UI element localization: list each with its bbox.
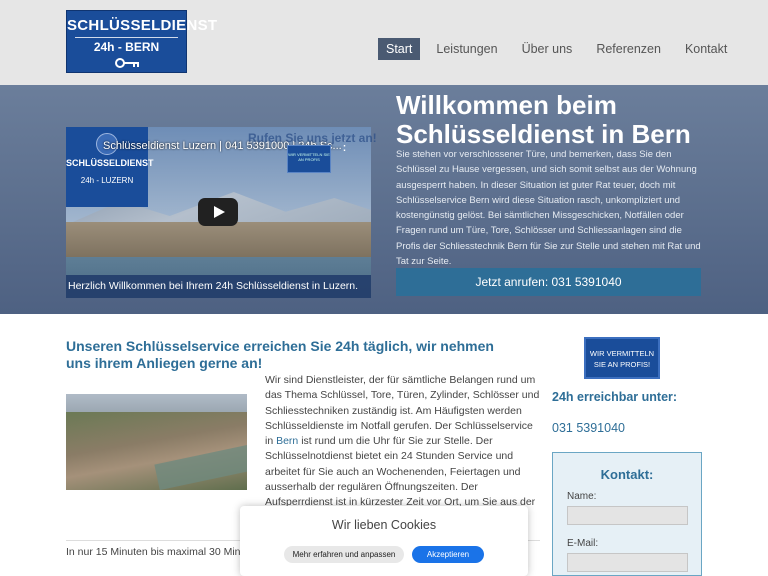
video-caption: Herzlich Willkommen bei Ihrem 24h Schlüs… — [66, 275, 371, 298]
hero-intro: Sie stehen vor verschlossener Türe, und … — [396, 149, 701, 268]
logo-divider — [75, 37, 178, 38]
cookie-learn-more-button[interactable]: Mehr erfahren und anpassen — [284, 546, 404, 563]
cookie-title: Wir lieben Cookies — [331, 518, 437, 532]
video-overlay-text: Rufen Sie uns jetzt an! — [248, 131, 377, 145]
bern-aerial-photo — [66, 394, 247, 490]
video-player[interactable]: SCHLÜSSELDIENST 24h - LUZERN Schlüsseldi… — [66, 127, 371, 298]
logo-subtitle: 24h - BERN — [93, 40, 160, 54]
site-logo[interactable]: SCHLÜSSELDIENST 24h - BERN — [66, 10, 218, 73]
cookie-accept-button[interactable]: Akzeptieren — [412, 546, 484, 563]
key-icon — [115, 58, 139, 68]
main-body-text: Wir sind Dienstleister, der für sämtlich… — [265, 374, 540, 509]
name-label: Name: — [567, 491, 597, 502]
nav-item-ueber-uns[interactable]: Über uns — [514, 38, 581, 60]
play-button-icon[interactable] — [198, 198, 238, 226]
nav-item-start[interactable]: Start — [378, 38, 421, 60]
reach-label: 24h erreichbar unter: — [552, 390, 678, 404]
logo-title: SCHLÜSSELDIENST — [67, 17, 218, 34]
hero-title: Willkommen beim Schlüsseldienst in Bern — [396, 90, 691, 149]
video-badge: WIR VERMITTELN SIE AN PROFIS — [287, 145, 331, 173]
cookie-dialog: Wir lieben Cookies Mehr erfahren und anp… — [240, 506, 528, 576]
main-heading: Unseren Schlüsselservice erreichen Sie 2… — [66, 338, 494, 371]
hero-section: SCHLÜSSELDIENST 24h - LUZERN Schlüsseldi… — [0, 85, 768, 314]
contact-form: Kontakt: Name: E-Mail: — [552, 452, 702, 576]
video-logo-title: SCHLÜSSELDIENST — [66, 158, 154, 168]
nav-item-referenzen[interactable]: Referenzen — [588, 38, 669, 60]
reach-phone-link[interactable]: 031 5391040 — [552, 421, 625, 435]
name-field[interactable] — [567, 506, 688, 525]
profis-badge: WIR VERMITTELN SIE AN PROFIS! — [584, 337, 660, 379]
contact-title: Kontakt: — [600, 467, 654, 482]
email-field[interactable] — [567, 553, 688, 572]
site-header: SCHLÜSSELDIENST 24h - BERN Start Leistun… — [0, 0, 768, 85]
bern-link[interactable]: Bern — [276, 435, 298, 447]
main-nav: Start Leistungen Über uns Referenzen Kon… — [378, 38, 743, 60]
bottom-text: In nur 15 Minuten bis maximal 30 Minuten… — [66, 546, 266, 558]
video-channel-logo: SCHLÜSSELDIENST 24h - LUZERN — [66, 127, 154, 207]
call-now-button[interactable]: Jetzt anrufen: 031 5391040 — [396, 268, 701, 296]
nav-item-kontakt[interactable]: Kontakt — [677, 38, 735, 60]
email-label: E-Mail: — [567, 538, 599, 549]
nav-item-leistungen[interactable]: Leistungen — [428, 38, 505, 60]
video-logo-subtitle: 24h - LUZERN — [80, 176, 134, 185]
